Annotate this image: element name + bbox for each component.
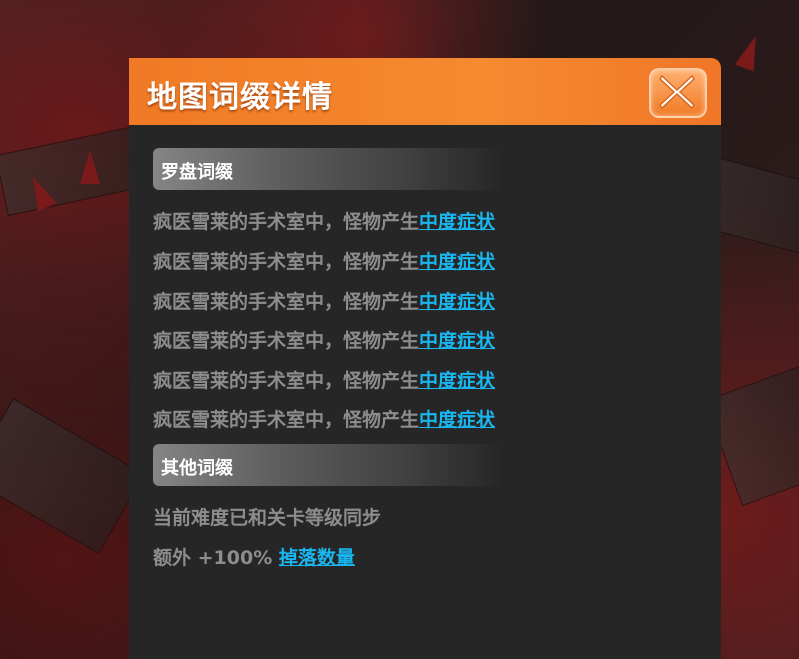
other-affix-header-label: 其他词缀 [161,458,233,479]
affix-text: 疯医雪莱的手术室中，怪物产生 [153,211,420,233]
affix-text: 疯医雪莱的手术室中，怪物产生 [153,330,420,352]
bg-plank [0,398,145,554]
affix-row: 疯医雪莱的手术室中，怪物产生中度症状 [153,247,495,274]
close-x-icon [659,74,695,110]
dialog-header: 地图词缀详情 [129,58,721,125]
affix-link[interactable]: 中度症状 [419,291,495,313]
bg-spike [734,32,766,72]
close-button[interactable] [649,68,707,118]
affix-row: 疯医雪莱的手术室中，怪物产生中度症状 [153,326,495,353]
affix-link[interactable]: 中度症状 [419,370,495,392]
affix-link[interactable]: 中度症状 [419,211,495,233]
affix-link[interactable]: 中度症状 [419,330,495,352]
affix-text: 疯医雪莱的手术室中，怪物产生 [153,251,420,273]
other-affix-header: 其他词缀 [153,444,503,486]
dialog-title: 地图词缀详情 [147,80,333,115]
compass-affix-header: 罗盘词缀 [153,148,503,190]
dialog-body: 罗盘词缀 疯医雪莱的手术室中，怪物产生中度症状 疯医雪莱的手术室中，怪物产生中度… [129,125,721,659]
affix-text: 疯医雪莱的手术室中，怪物产生 [153,409,420,431]
affix-row: 疯医雪莱的手术室中，怪物产生中度症状 [153,405,495,432]
bg-spike [80,150,100,184]
compass-affix-header-label: 罗盘词缀 [161,162,233,183]
map-affix-dialog: 地图词缀详情 罗盘词缀 疯医雪莱的手术室中，怪物产生中度症状 疯医雪莱的手术室中… [129,58,721,659]
affix-link[interactable]: 中度症状 [419,409,495,431]
affix-text: 疯医雪莱的手术室中，怪物产生 [153,291,420,313]
bonus-row: 额外 +100% 掉落数量 [153,543,355,570]
affix-row: 疯医雪莱的手术室中，怪物产生中度症状 [153,366,495,393]
bg-plank [0,125,147,217]
bonus-link[interactable]: 掉落数量 [279,547,355,569]
bonus-text: 额外 +100% [153,547,279,569]
affix-link[interactable]: 中度症状 [419,251,495,273]
affix-row: 疯医雪莱的手术室中，怪物产生中度症状 [153,207,495,234]
affix-text: 疯医雪莱的手术室中，怪物产生 [153,370,420,392]
affix-row: 疯医雪莱的手术室中，怪物产生中度症状 [153,287,495,314]
sync-text: 当前难度已和关卡等级同步 [153,507,382,529]
